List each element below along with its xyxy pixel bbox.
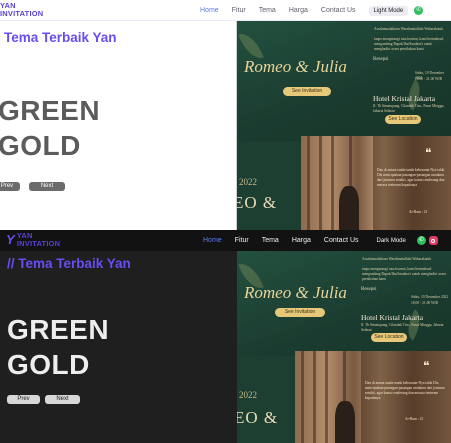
nav-link-contact-us[interactable]: Contact Us (321, 7, 356, 14)
preview-date: Sabtu, 19 Desember 2022 (411, 295, 449, 299)
tree-trunk (319, 136, 322, 230)
brand-logo[interactable]: Y YAN INVITATION (6, 232, 60, 247)
nav-link-home[interactable]: Home (203, 237, 222, 244)
preview-address: Jl. Tb Simatupang, Cilandak Tim., Pasar … (373, 104, 445, 113)
nav-link-harga[interactable]: Harga (289, 7, 308, 14)
person-silhouette (335, 401, 355, 443)
preview-couple-names: Romeo & Julia (244, 283, 347, 302)
instagram-icon[interactable] (428, 236, 438, 245)
preview-initials: EO & (237, 408, 279, 427)
nav-link-fitur[interactable]: Fitur (232, 7, 246, 14)
mode-toggle-button[interactable]: Dark Mode (371, 235, 411, 246)
preview-venue: Hotel Kristal Jakarta (361, 313, 424, 322)
section-heading: Tema Terbaik Yan (4, 30, 117, 45)
preview-time: 18.00 - 21.00 WIB (415, 77, 442, 81)
quote-icon: ❝ (425, 146, 432, 160)
preview-greeting: Assalamualaikum Warahmatullahi Wabarakat… (374, 27, 444, 31)
brand-logo[interactable]: YAN INVITATION (0, 2, 43, 17)
preview-quote: Dan di antara tanda-tanda kebesaran-Nya … (377, 168, 445, 187)
theme-preview-image: Assalamualaikum Warahmatullahi Wabarakat… (237, 251, 451, 443)
section-heading: // Tema Terbaik Yan (7, 256, 131, 271)
light-mode-screenshot: YAN INVITATION Home Fitur Tema Harga Con… (0, 0, 451, 230)
preview-quote-source: Ar-Rum : 21 (405, 417, 424, 421)
preview-couple-names: Romeo & Julia (244, 57, 347, 76)
navbar: Y YAN INVITATION Home Fitur Tema Harga C… (0, 230, 451, 251)
nav-link-fitur[interactable]: Fitur (235, 237, 249, 244)
theme-preview-image: Assalamualaikum Warahmatullahi Wabarakat… (237, 21, 451, 230)
nav-link-tema[interactable]: Tema (259, 7, 276, 14)
whatsapp-icon[interactable]: ✆ (414, 6, 424, 15)
preview-initials: EO & (237, 193, 278, 212)
preview-intro: tanpa mengurangi rasa hormat, kami berma… (374, 37, 444, 51)
nav-links: Home Fitur Tema Harga Contact Us Light M… (200, 0, 424, 21)
preview-address: Jl. Tb Simatupang, Cilandak Tim., Pasar … (361, 323, 444, 332)
whatsapp-icon[interactable]: ✆ (416, 236, 426, 245)
nav-link-tema[interactable]: Tema (262, 237, 279, 244)
preview-quote-source: Ar-Rum : 21 (409, 210, 428, 214)
quote-icon: ❝ (423, 359, 430, 373)
prev-button[interactable]: Prev (0, 182, 20, 191)
brand-line2: INVITATION (0, 8, 44, 18)
preview-couple-photo: ❝ Dan di antara tanda-tanda kebesaran-Ny… (301, 136, 451, 230)
preview-see-invitation: See Invitation (283, 87, 331, 96)
theme-title: GREEN GOLD (7, 312, 109, 382)
preview-greeting: Assalamualaikum Warahmatullahi Wabarakat… (362, 257, 432, 261)
preview-resepsi-label: Resepsi (361, 287, 377, 292)
mode-toggle-button[interactable]: Light Mode (368, 5, 409, 16)
preview-time: 18.00 - 21.00 WIB (411, 301, 438, 305)
theme-title-line1: GREEN (7, 314, 110, 345)
preview-see-location: See Location (371, 333, 407, 342)
tree-trunk (307, 136, 310, 230)
navbar: YAN INVITATION Home Fitur Tema Harga Con… (0, 0, 451, 21)
tree-trunk (313, 351, 316, 443)
tree-trunk (325, 351, 328, 443)
tree-trunk (301, 351, 304, 443)
nav-link-home[interactable]: Home (200, 7, 219, 14)
tree-trunk (331, 136, 334, 230)
prev-button[interactable]: Prev (7, 395, 40, 404)
next-button[interactable]: Next (45, 395, 80, 404)
preview-couple-photo: ❝ Dan di antara tanda-tanda kebesaran-Ny… (295, 351, 451, 443)
person-silhouette (339, 186, 359, 230)
nav-link-contact-us[interactable]: Contact Us (324, 237, 359, 244)
preview-intro: tanpa mengurangi rasa hormat, kami berma… (362, 267, 446, 281)
preview-quote: Dan di antara tanda-tanda kebesaran-Nya … (365, 381, 445, 400)
preview-year: 2022 (239, 177, 257, 187)
preview-venue: Hotel Kristal Jakarta (373, 94, 436, 103)
preview-year: 2022 (239, 390, 257, 400)
theme-title: GREEN GOLD (0, 93, 100, 163)
preview-resepsi-label: Resepsi (373, 57, 389, 62)
next-button[interactable]: Next (29, 182, 65, 191)
nav-link-harga[interactable]: Harga (292, 237, 311, 244)
preview-bottom-left: 2022 EO & (237, 356, 295, 443)
preview-see-invitation: See Invitation (275, 308, 325, 317)
theme-title-line1: GREEN (0, 95, 101, 126)
theme-title-line2: GOLD (7, 349, 90, 380)
theme-title-line2: GOLD (0, 130, 81, 161)
preview-bottom-left: 2022 EO & (237, 141, 301, 230)
nav-links: Home Fitur Tema Harga Contact Us Dark Mo… (203, 230, 438, 251)
dark-mode-screenshot: Y YAN INVITATION Home Fitur Tema Harga C… (0, 230, 451, 443)
brand-mark-icon: Y (6, 232, 15, 247)
preview-see-location: See Location (385, 115, 421, 124)
brand-line2: INVITATION (16, 238, 61, 248)
